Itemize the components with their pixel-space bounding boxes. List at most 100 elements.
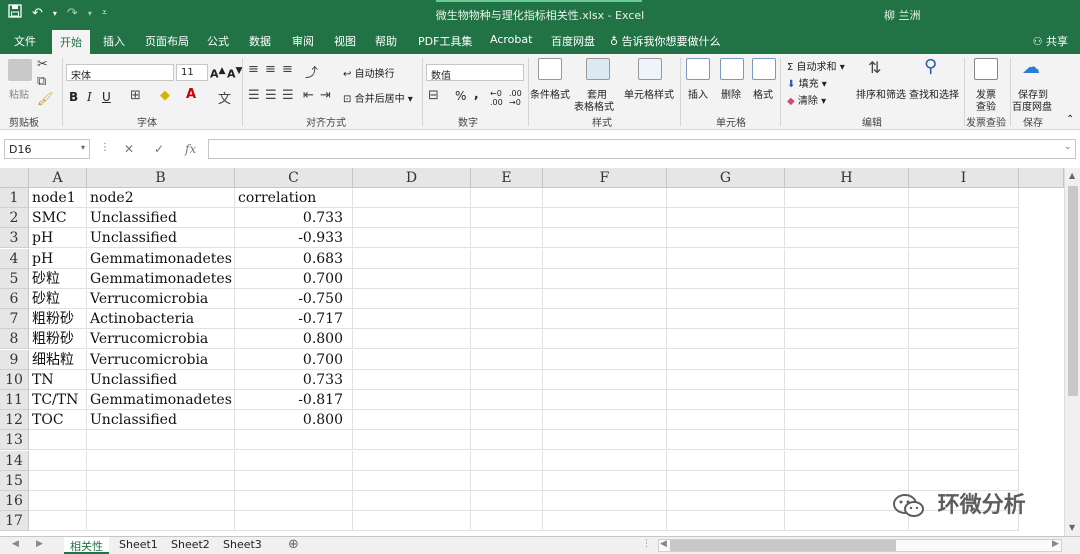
- cell-H5[interactable]: [785, 268, 909, 289]
- add-sheet-icon[interactable]: ⊕: [288, 537, 299, 552]
- decrease-decimal-icon[interactable]: .00 →0: [509, 89, 522, 107]
- row-header-11[interactable]: 11: [0, 390, 29, 410]
- sheet-tab-sheet3[interactable]: Sheet3: [217, 537, 268, 554]
- cell-A14[interactable]: [29, 450, 87, 471]
- orientation-icon[interactable]: ⤴: [305, 62, 318, 81]
- format-as-table-label-2[interactable]: 表格格式: [574, 98, 614, 113]
- cell-F1[interactable]: [543, 188, 667, 208]
- cell-D13[interactable]: [353, 430, 471, 451]
- cell-C12[interactable]: 0.800: [235, 410, 353, 431]
- cell-I14[interactable]: [909, 450, 1019, 471]
- row-header-12[interactable]: 12: [0, 410, 29, 431]
- name-box-dropdown-icon[interactable]: ▾: [81, 143, 85, 152]
- align-center-icon[interactable]: ☰: [265, 88, 277, 103]
- cell-A7[interactable]: 粗粉砂: [29, 309, 87, 330]
- cell-D17[interactable]: [353, 511, 471, 532]
- cell-H3[interactable]: [785, 228, 909, 249]
- cell-G4[interactable]: [667, 248, 785, 269]
- cell-B14[interactable]: [87, 450, 235, 471]
- cell-F17[interactable]: [543, 511, 667, 532]
- tab-file[interactable]: 文件: [14, 33, 36, 49]
- cell-D11[interactable]: [353, 390, 471, 410]
- insert-function-icon[interactable]: fx: [185, 142, 196, 156]
- horizontal-scroll-thumb[interactable]: [670, 540, 896, 551]
- row-header-2[interactable]: 2: [0, 208, 29, 229]
- cell-B15[interactable]: [87, 470, 235, 491]
- autosum-button[interactable]: Σ 自动求和 ▾: [787, 58, 845, 73]
- cell-E2[interactable]: [471, 208, 543, 229]
- cell-B4[interactable]: Gemmatimonadetes: [87, 248, 235, 269]
- cell-C11[interactable]: -0.817: [235, 390, 353, 410]
- cell-F11[interactable]: [543, 390, 667, 410]
- cell-E4[interactable]: [471, 248, 543, 269]
- cell-D14[interactable]: [353, 450, 471, 471]
- cell-A8[interactable]: 粗粉砂: [29, 329, 87, 350]
- cell-I2[interactable]: [909, 208, 1019, 229]
- increase-decimal-icon[interactable]: ←0.00: [490, 89, 503, 107]
- row-header-15[interactable]: 15: [0, 470, 29, 491]
- cell-styles-button[interactable]: 单元格样式: [624, 86, 674, 101]
- formula-input[interactable]: [208, 139, 1076, 159]
- accounting-format-icon[interactable]: ⊟: [428, 88, 439, 103]
- cell-H17[interactable]: [785, 511, 909, 532]
- cell-E16[interactable]: [471, 491, 543, 511]
- paste-icon[interactable]: [8, 59, 32, 81]
- sheet-tab-sheet1[interactable]: Sheet1: [113, 537, 164, 554]
- cell-G14[interactable]: [667, 450, 785, 471]
- cell-A10[interactable]: TN: [29, 369, 87, 390]
- grow-font-icon[interactable]: A▲: [210, 65, 226, 81]
- cell-G16[interactable]: [667, 491, 785, 511]
- cell-A1[interactable]: node1: [29, 188, 87, 208]
- cell-G8[interactable]: [667, 329, 785, 350]
- tab-data[interactable]: 数据: [249, 33, 271, 49]
- column-header-H[interactable]: H: [785, 168, 909, 188]
- cell-C16[interactable]: [235, 491, 353, 511]
- row-header-4[interactable]: 4: [0, 248, 29, 269]
- cell-C4[interactable]: 0.683: [235, 248, 353, 269]
- cell-B17[interactable]: [87, 511, 235, 532]
- user-name[interactable]: 柳 兰洲: [884, 7, 921, 23]
- cell-E3[interactable]: [471, 228, 543, 249]
- column-header-E[interactable]: E: [471, 168, 543, 188]
- decrease-indent-icon[interactable]: ⇤: [303, 88, 314, 103]
- name-box[interactable]: D16 ▾: [4, 139, 90, 159]
- cell-B13[interactable]: [87, 430, 235, 451]
- clear-button[interactable]: ◆ 清除 ▾: [787, 92, 826, 107]
- cell-H13[interactable]: [785, 430, 909, 451]
- paste-button[interactable]: 粘贴: [9, 86, 29, 101]
- cell-E1[interactable]: [471, 188, 543, 208]
- tab-home[interactable]: 开始: [52, 30, 90, 54]
- tab-help[interactable]: 帮助: [375, 33, 397, 49]
- column-header-C[interactable]: C: [235, 168, 353, 188]
- cell-H2[interactable]: [785, 208, 909, 229]
- cell-E14[interactable]: [471, 450, 543, 471]
- cell-G10[interactable]: [667, 369, 785, 390]
- font-size-select[interactable]: 11: [176, 64, 208, 81]
- cell-H11[interactable]: [785, 390, 909, 410]
- cell-C10[interactable]: 0.733: [235, 369, 353, 390]
- scroll-up-icon[interactable]: ▲: [1069, 171, 1075, 180]
- percent-button[interactable]: %: [455, 89, 466, 103]
- cell-C9[interactable]: 0.700: [235, 349, 353, 370]
- cell-A12[interactable]: TOC: [29, 410, 87, 431]
- bold-button[interactable]: B: [69, 90, 78, 104]
- cell-G6[interactable]: [667, 289, 785, 309]
- cell-C1[interactable]: correlation: [235, 188, 353, 208]
- comma-button[interactable]: ,: [474, 87, 479, 101]
- cell-G13[interactable]: [667, 430, 785, 451]
- cell-F10[interactable]: [543, 369, 667, 390]
- cell-E9[interactable]: [471, 349, 543, 370]
- cell-I5[interactable]: [909, 268, 1019, 289]
- cell-G17[interactable]: [667, 511, 785, 532]
- cell-F5[interactable]: [543, 268, 667, 289]
- find-select-button[interactable]: 查找和选择: [909, 86, 959, 101]
- cut-icon[interactable]: ✂: [37, 57, 48, 72]
- row-header-1[interactable]: 1: [0, 188, 29, 208]
- tab-pdf-tools[interactable]: PDF工具集: [418, 33, 472, 49]
- cell-B8[interactable]: Verrucomicrobia: [87, 329, 235, 350]
- delete-cells-button[interactable]: 删除: [721, 86, 741, 101]
- align-right-icon[interactable]: ☰: [282, 88, 294, 103]
- align-middle-icon[interactable]: ≡: [265, 62, 276, 77]
- align-left-icon[interactable]: ☰: [248, 88, 260, 103]
- cell-E8[interactable]: [471, 329, 543, 350]
